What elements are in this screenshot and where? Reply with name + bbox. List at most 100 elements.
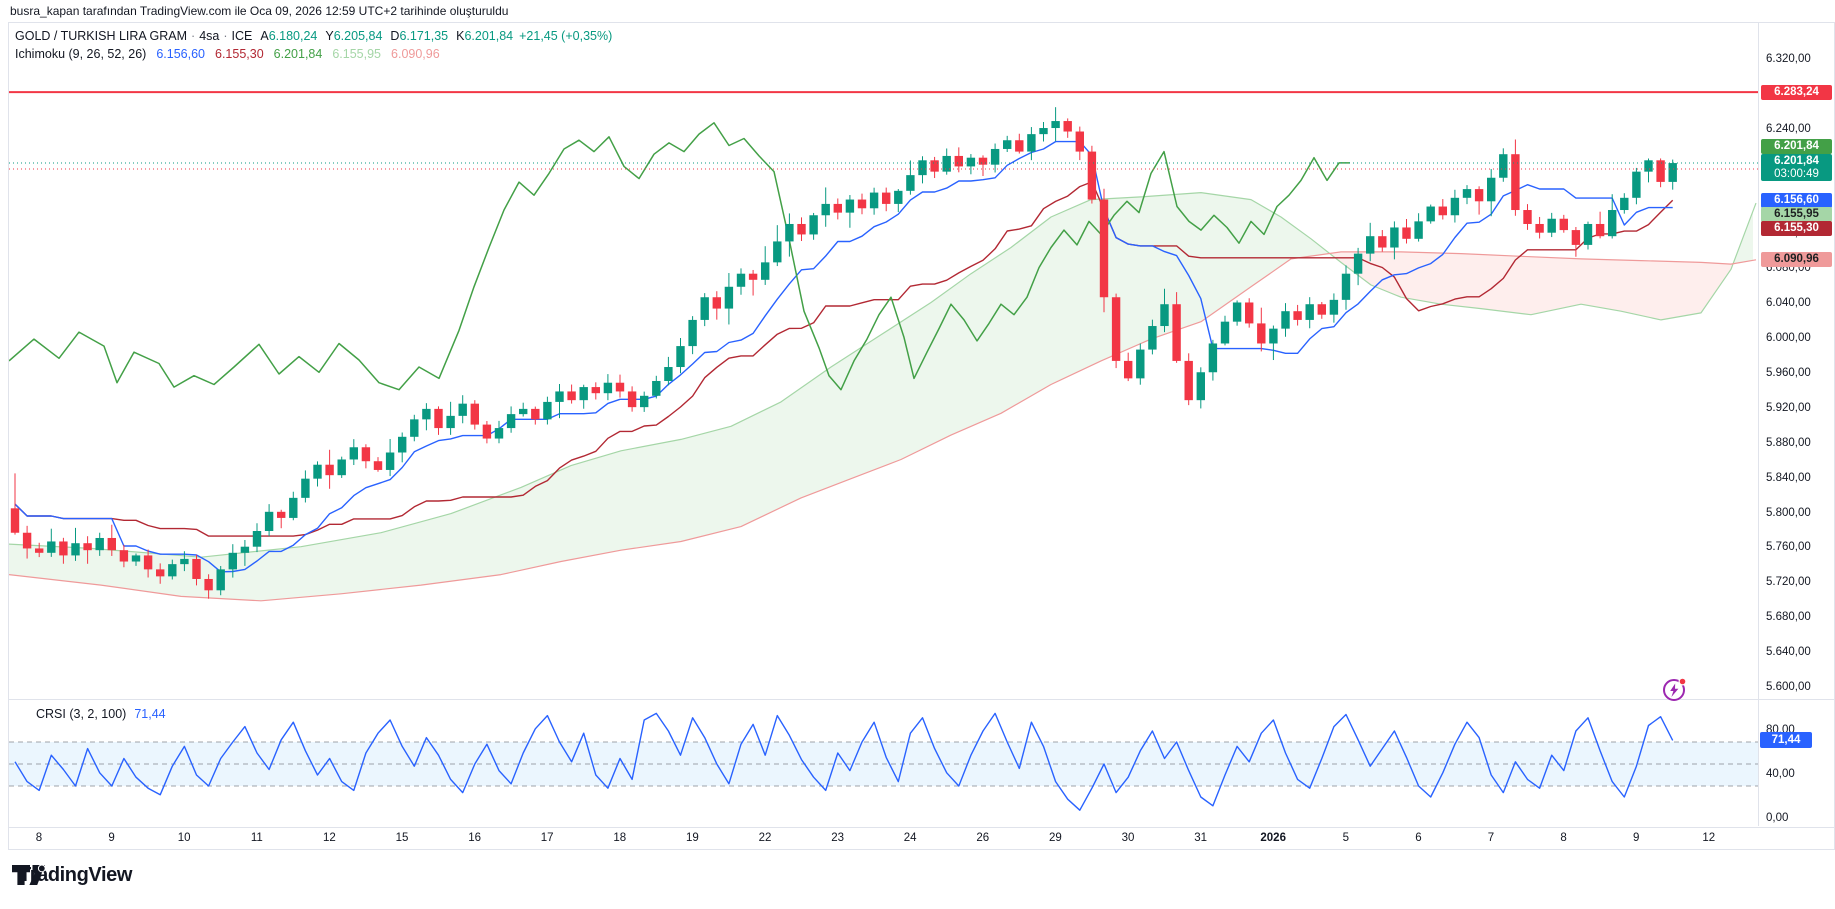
candle-body (1124, 361, 1132, 378)
candle-body (229, 553, 237, 570)
ichimoku-value: 6.156,60 (156, 47, 205, 61)
candle-body (580, 387, 588, 400)
candle-body (325, 465, 333, 475)
price-tick-label: 5.800,00 (1766, 507, 1811, 519)
candle-body (1390, 227, 1398, 247)
time-axis-label: 23 (831, 832, 844, 844)
symbol-exchange: ICE (232, 29, 253, 43)
candle-body (192, 559, 200, 579)
candle-body (1644, 160, 1652, 171)
candle-body (1185, 361, 1193, 400)
candle-body (1233, 302, 1241, 321)
candle-body (567, 391, 575, 400)
candle-body (507, 414, 515, 428)
time-axis-label: 16 (468, 832, 481, 844)
candle-body (410, 419, 418, 436)
price-tick-label: 5.840,00 (1766, 472, 1811, 484)
tradingview-logo[interactable]: TradingView (12, 864, 132, 887)
candle-body (289, 498, 297, 518)
candle-body (713, 297, 721, 308)
ohlc-letter: Y (325, 29, 333, 43)
time-axis-label: 15 (396, 832, 409, 844)
symbol-legend-row: GOLD / TURKISH LIRA GRAM·4sa·ICEA6.180,2… (15, 27, 612, 45)
crsi-tick-label: 0,00 (1766, 812, 1788, 824)
candle-body (1257, 323, 1265, 343)
price-tick-label: 5.720,00 (1766, 576, 1811, 588)
candle-body (1209, 343, 1217, 372)
candle-body (930, 160, 938, 171)
price-badge: 6.283,24 (1761, 85, 1832, 100)
candle-body (313, 465, 321, 479)
time-axis-label: 8 (1560, 832, 1566, 844)
crsi-title[interactable]: CRSI (3, 2, 100) (36, 707, 126, 721)
crsi-tick-label: 40,00 (1766, 768, 1795, 780)
ichimoku-value: 6.155,95 (332, 47, 381, 61)
candle-body (301, 479, 309, 498)
candle-body (688, 320, 696, 346)
price-tick-label: 5.760,00 (1766, 541, 1811, 553)
candle-body (120, 550, 128, 561)
candle-body (1451, 198, 1459, 215)
candle-body (1221, 322, 1229, 344)
legend-separator: · (191, 29, 195, 43)
price-badge: 6.155,30 (1761, 221, 1832, 236)
candle-body (446, 416, 454, 428)
candle-body (701, 297, 709, 320)
time-axis-label: 17 (541, 832, 554, 844)
crsi-value: 71,44 (134, 707, 165, 721)
candle-body (1136, 350, 1144, 379)
candle-body (1439, 207, 1447, 216)
price-axis[interactable]: 6.320,006.280,006.240,006.200,006.160,00… (1758, 23, 1834, 699)
candle-body (1281, 311, 1289, 328)
candle-body (1427, 207, 1435, 222)
candle-body (1342, 274, 1350, 300)
candle-body (1378, 236, 1386, 247)
candle-body (1596, 224, 1604, 236)
candle-body (531, 409, 539, 419)
candle-body (1463, 189, 1471, 198)
candle-body (761, 262, 769, 279)
candle-body (846, 200, 854, 213)
candle-body (1366, 236, 1374, 253)
candle-body (870, 193, 878, 209)
crsi-canvas[interactable] (9, 700, 1758, 826)
ohlc-value: 6.171,35 (399, 29, 448, 43)
price-pane[interactable]: GOLD / TURKISH LIRA GRAM·4sa·ICEA6.180,2… (9, 23, 1834, 699)
candle-body (277, 512, 285, 518)
chart-legend: GOLD / TURKISH LIRA GRAM·4sa·ICEA6.180,2… (15, 27, 612, 63)
candle-body (725, 287, 733, 309)
candle-body (144, 555, 152, 569)
tradingview-logo-icon (12, 864, 46, 886)
candle-body (1632, 172, 1640, 198)
candle-body (955, 156, 963, 166)
crsi-pane[interactable]: CRSI (3, 2, 100)71,44 80,0040,000,00 71,… (9, 699, 1834, 827)
candle-body (132, 555, 140, 561)
candle-body (967, 158, 975, 167)
time-axis-label: 24 (904, 832, 917, 844)
symbol-interval[interactable]: 4sa (199, 29, 219, 43)
candle-body (1076, 132, 1084, 152)
candle-body (1245, 302, 1253, 323)
quick-alert-icon[interactable] (1660, 675, 1688, 703)
lightning-icon (1660, 675, 1688, 703)
price-badge: 6.201,84 (1761, 139, 1832, 154)
candle-body (749, 274, 757, 280)
time-axis-label: 10 (178, 832, 191, 844)
ohlc-value: 6.205,84 (334, 29, 383, 43)
ichimoku-legend-row: Ichimoku (9, 26, 52, 26)6.156,606.155,30… (15, 45, 612, 63)
candle-body (1560, 219, 1568, 230)
crsi-axis[interactable]: 80,0040,000,00 (1758, 700, 1834, 826)
price-chart-canvas[interactable] (9, 23, 1758, 699)
candle-body (1197, 372, 1205, 400)
price-tick-label: 5.680,00 (1766, 611, 1811, 623)
time-axis-label: 26 (976, 832, 989, 844)
candle-body (1112, 297, 1120, 361)
time-axis-label: 2026 (1260, 832, 1286, 844)
candle-body (350, 447, 358, 459)
candle-body (858, 200, 866, 209)
time-axis[interactable]: 8910111215161718192223242629303120265678… (9, 827, 1834, 849)
symbol-title[interactable]: GOLD / TURKISH LIRA GRAM (15, 29, 187, 43)
indicator-title[interactable]: Ichimoku (9, 26, 52, 26) (15, 47, 146, 61)
price-tick-label: 6.000,00 (1766, 332, 1811, 344)
countdown-timer: 03:00:49 (1761, 168, 1832, 181)
